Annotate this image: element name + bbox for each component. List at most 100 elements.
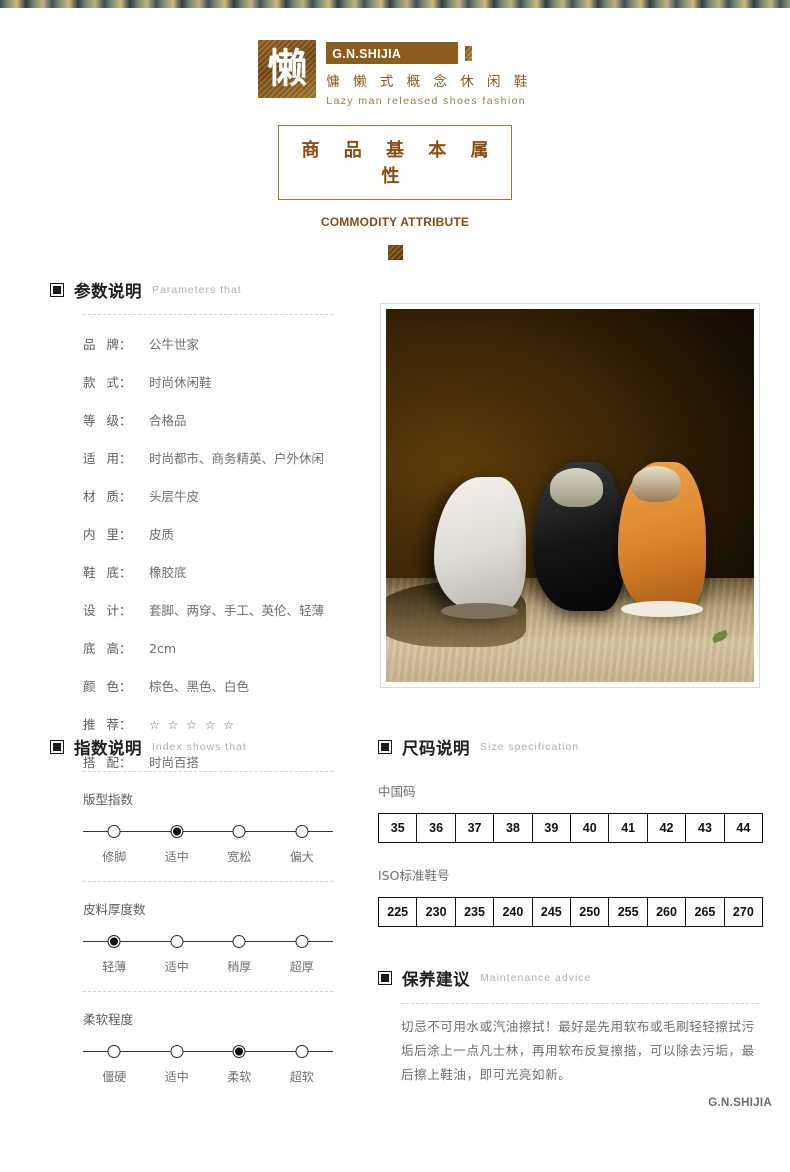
slider-track[interactable]: [83, 935, 333, 949]
slogan-chinese: 慵 懒 式 概 念 休 闲 鞋: [326, 74, 532, 90]
slider-dot[interactable]: [232, 935, 246, 948]
slider-option-label: 宽松: [227, 850, 252, 864]
slider-name: 柔软程度: [83, 1012, 134, 1027]
maintenance-title-en: Maintenance advice: [480, 972, 592, 984]
parameter-label: 适用：: [83, 451, 132, 466]
slider-option-label: 适中: [164, 1070, 189, 1084]
footer-brand: G.N.SHIJIA: [708, 1097, 772, 1109]
slider-divider: [83, 991, 333, 992]
size-heading: 尺码说明 Size specification: [378, 735, 768, 759]
parameters-heading: 参数说明 Parameters that: [50, 278, 350, 302]
slider-track[interactable]: [83, 1045, 333, 1059]
brand-accent-tick: [465, 45, 473, 61]
size-cell[interactable]: 230: [417, 898, 456, 926]
size-cell[interactable]: 250: [571, 898, 610, 926]
parameter-value: 皮质: [149, 527, 175, 542]
index-title-en: Index shows that: [152, 741, 247, 753]
size-table-label: ISO标准鞋号: [378, 868, 450, 883]
parameter-value: 套脚、两穿、手工、英伦、轻薄: [149, 603, 325, 618]
parameter-value: 棕色、黑色、白色: [149, 679, 250, 694]
slider-name: 皮料厚度数: [83, 902, 146, 917]
size-cell[interactable]: 240: [494, 898, 533, 926]
size-cell[interactable]: 36: [417, 814, 456, 842]
slider-dot[interactable]: [232, 825, 246, 838]
size-cell[interactable]: 42: [648, 814, 687, 842]
parameter-value: 时尚都市、商务精英、户外休闲: [149, 451, 325, 466]
size-table-label: 中国码: [378, 784, 416, 799]
shoe-tan: [617, 461, 707, 618]
parameter-label: 鞋底：: [83, 565, 132, 580]
slider-track[interactable]: [83, 825, 333, 839]
parameter-label: 品牌：: [83, 337, 132, 352]
size-cell[interactable]: 39: [533, 814, 572, 842]
parameter-row: 鞋底： 橡胶底: [50, 562, 350, 581]
size-cell[interactable]: 40: [571, 814, 610, 842]
slider-dot[interactable]: [295, 825, 309, 838]
maintenance-divider: [401, 1003, 759, 1004]
parameter-row: 材质： 头层牛皮: [50, 486, 350, 505]
slider-divider: [83, 881, 333, 882]
parameters-divider: [83, 314, 333, 315]
maintenance-heading: 保养建议 Maintenance advice: [378, 966, 768, 990]
size-cell[interactable]: 225: [379, 898, 418, 926]
attribute-title-cn: 商 品 基 本 属 性: [301, 140, 498, 187]
slider-dot[interactable]: [107, 1045, 121, 1058]
size-cell[interactable]: 245: [533, 898, 572, 926]
parameter-label: 内里：: [83, 527, 132, 542]
slider-dot[interactable]: [170, 1045, 184, 1058]
square-bullet-icon: [378, 740, 392, 754]
size-cell[interactable]: 260: [648, 898, 687, 926]
slider-option-label: 适中: [164, 960, 189, 974]
size-cell[interactable]: 43: [686, 814, 725, 842]
slider-dot[interactable]: [170, 825, 184, 838]
size-tables: 中国码 35 36 37 38 39 40 41 42 43 44 ISO标准鞋号 225 230 235 2…: [378, 781, 768, 927]
slider-option-label: 僵硬: [102, 1070, 127, 1084]
maintenance-text: 切忌不可用水或汽油擦拭！最好是先用软布或毛刷轻轻擦拭污垢后涂上一点凡士林，再用软…: [401, 1019, 755, 1082]
size-cell[interactable]: 44: [725, 814, 762, 842]
slider-name: 版型指数: [83, 792, 134, 807]
lazy-logo-glyph: 懒: [258, 40, 317, 98]
size-cell[interactable]: 235: [456, 898, 495, 926]
square-bullet-icon: [50, 740, 64, 754]
shoe-black: [533, 461, 626, 612]
parameters-title-cn: 参数说明: [74, 282, 142, 301]
size-cell[interactable]: 41: [609, 814, 648, 842]
square-bullet-icon: [50, 283, 64, 297]
size-section: 尺码说明 Size specification 中国码 35 36 37 38 39 40 4…: [378, 735, 768, 927]
slider-block: 皮料厚度数 轻薄 适中 稍厚 超厚: [50, 899, 350, 976]
slider-option-label: 柔软: [227, 1070, 252, 1084]
size-cell[interactable]: 255: [609, 898, 648, 926]
parameter-value: 2cm: [149, 641, 177, 656]
size-cell[interactable]: 37: [456, 814, 495, 842]
parameter-label: 款式：: [83, 375, 132, 390]
index-heading: 指数说明 Index shows that: [50, 735, 350, 759]
product-photo-frame: [380, 303, 760, 688]
slider-dot[interactable]: [295, 1045, 309, 1058]
slider-dot[interactable]: [232, 1045, 246, 1058]
slider-dot[interactable]: [107, 935, 121, 948]
parameters-list: 品牌： 公牛世家 款式： 时尚休闲鞋 等级： 合格品 适用： 时尚都市、商务精英、户外休闲 材质…: [50, 334, 350, 771]
slider-dot[interactable]: [107, 825, 121, 838]
index-title-cn: 指数说明: [74, 739, 142, 758]
parameter-row: 适用： 时尚都市、商务精英、户外休闲: [50, 448, 350, 467]
size-table: 225 230 235 240 245 250 255 260 265 270: [378, 897, 763, 927]
size-cell[interactable]: 265: [686, 898, 725, 926]
size-cell[interactable]: 38: [494, 814, 533, 842]
parameter-label: 材质：: [83, 489, 132, 504]
slider-option-label: 超厚: [289, 960, 314, 974]
index-divider: [83, 771, 333, 772]
square-bullet-icon: [378, 971, 392, 985]
top-decorative-strip: [0, 0, 790, 8]
size-cell[interactable]: 270: [725, 898, 762, 926]
slider-option-label: 轻薄: [102, 960, 127, 974]
slider-dot[interactable]: [170, 935, 184, 948]
decorative-square: [387, 245, 403, 260]
size-cell[interactable]: 35: [379, 814, 418, 842]
slider-labels: 僵硬 适中 柔软 超软: [83, 1068, 333, 1086]
slider-dot[interactable]: [295, 935, 309, 948]
slider-option-label: 偏大: [289, 850, 314, 864]
parameter-value: 公牛世家: [149, 337, 200, 352]
index-slider-list: 版型指数 修脚 适中 宽松 偏大 皮料厚度数 轻薄 适中 稍厚 超厚 柔软程度 僵硬 适中 柔软 超软: [50, 789, 350, 1086]
parameter-value: 头层牛皮: [149, 489, 200, 504]
parameter-row: 等级： 合格品: [50, 410, 350, 429]
